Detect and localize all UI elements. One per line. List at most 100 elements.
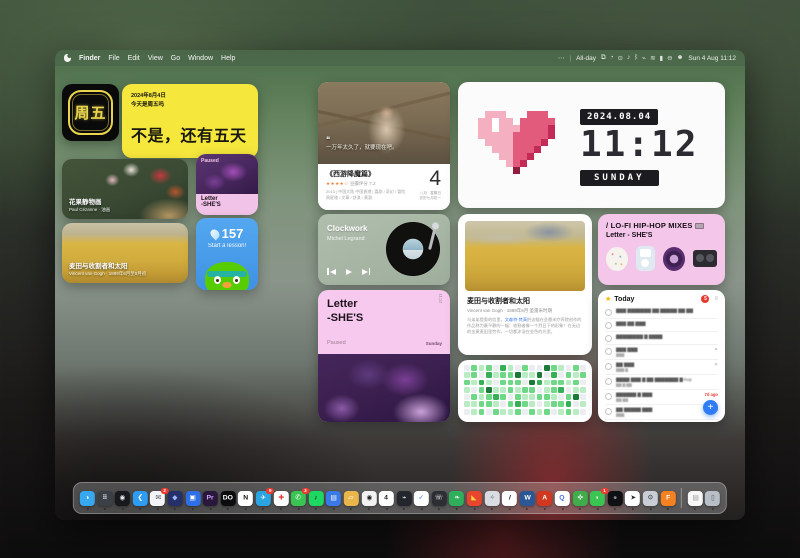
dock-icon-telegram[interactable]: ✈9 [256,491,271,506]
dock-icon-things[interactable]: ✓ [414,491,429,506]
dock-icon-mail[interactable]: ✉2 [150,491,165,506]
duolingo-streak-widget[interactable]: 157 Start a lesson! [196,218,258,290]
do-not-disturb-icon[interactable]: ⊖ [667,54,672,62]
music-icon[interactable]: ♪ [627,54,630,62]
dock-icon-health[interactable]: ✚ [273,491,288,506]
art-widget-vangogh[interactable]: 麦田与收割者和太阳 Vincent van Gogh · 1889年6月至9月初 [62,223,188,283]
reminder-checkbox[interactable] [605,378,612,385]
menu-item-go[interactable]: Go [171,55,180,62]
menu-item-edit[interactable]: Edit [128,55,140,62]
reminder-checkbox[interactable] [605,335,612,342]
user-icon[interactable]: ☻ [677,54,684,62]
dock-icon-phone[interactable]: ☏ [432,491,447,506]
dock-icon-textedit[interactable]: ▤ [688,491,703,506]
reminder-checkbox[interactable] [605,393,612,400]
dock-icon-vscode[interactable]: ❮ [133,491,148,506]
vinyl-thumb[interactable] [663,247,685,271]
dock-icon-idea[interactable]: ✧ [484,491,499,506]
keyboard-brightness-icon[interactable]: ⌁ [642,54,646,62]
screen-record-icon[interactable]: ◔ [610,54,614,62]
dock-icon-adobe[interactable]: A [537,491,552,506]
dock-icon-tasks[interactable]: ◆ [168,491,183,506]
dock-icon-word[interactable]: W [520,491,535,506]
reminder-item[interactable]: ▇▇▇ ▇▇ ▇▇▇ [605,319,718,332]
dock-icon-raycast[interactable]: ➤ [625,491,640,506]
dock-icon-premiere[interactable]: Pr [203,491,218,506]
dock-icon-app-store[interactable]: ◉ [115,491,130,506]
reminder-item[interactable]: ▇▇ ▇▇▇▇▇▇ ▇⚑ [605,360,718,375]
today-reminders-widget[interactable]: ★ Today 5 ≡ ▇▇▇ ▇▇▇▇▇▇▇ ▇▇ ▇▇▇▇▇ ▇▇ ▇▇▇▇… [598,290,725,422]
dock-icon-calendar[interactable]: 4 [379,491,394,506]
art-widget-cezanne[interactable]: 花果静物画 Paul Cézanne · 油画 [62,159,188,219]
dock-icon-record[interactable]: ● [608,491,623,506]
pixel-clock-widget[interactable]: 2024.08.04 11:12 SUNDAY [458,82,725,208]
now-playing-card-widget[interactable]: Letter -SHE'S Paused 11:12 Sunday [318,290,450,422]
dock-icon-settings[interactable]: ⚙ [643,491,658,506]
dock-icon-folder-yellow[interactable]: ▱ [344,491,359,506]
reminder-item[interactable]: ▇▇▇ ▇▇▇▇▇▇⚑ [605,345,718,360]
boombox-thumb[interactable] [693,250,717,267]
more-icon[interactable]: ⋯ [558,54,565,62]
reminder-checkbox[interactable] [605,322,612,329]
reminder-item[interactable]: ▇▇▇▇▇▇▇▇ ▇ ▇▇▇▇ [605,332,718,345]
contribution-grid-widget[interactable] [458,360,592,422]
reminder-item[interactable]: ▇▇▇ ▇▇▇▇▇▇▇ ▇▇ ▇▇▇▇▇ ▇▇ ▇▇ [605,306,718,319]
menu-item-file[interactable]: File [108,55,119,62]
menu-app-name[interactable]: Finder [79,55,100,62]
reminder-checkbox[interactable] [605,348,612,355]
dock-icon-launchpad[interactable]: ⠿ [97,491,112,506]
list-menu-icon[interactable]: ≡ [714,296,718,302]
battery-icon[interactable]: ▮ [660,54,664,62]
dock-icon-messages[interactable]: ◗1 [590,491,605,506]
friday-icon-widget[interactable]: 周五 [62,84,119,141]
sticker-thumb[interactable] [606,247,628,271]
reminder-checkbox[interactable] [605,363,612,370]
wifi-icon[interactable]: ≋ [650,54,655,62]
bluetooth-icon[interactable]: ᛒ [634,54,638,62]
dock-icon-github[interactable]: ◉ [361,491,376,506]
artwork-detail-widget[interactable]: 麦田与收割者和太阳 Vincent van Gogh · 1889年6月 圣雷米… [458,214,592,355]
dock-icon-finder[interactable]: ◑ [80,491,95,506]
dock-icon-cron[interactable]: / [502,491,517,506]
reminder-item[interactable]: ▇ ▇▇▇ ▇ ▇▇▇▇7d ago [605,420,718,422]
movie-widget[interactable]: ❝ 一万年太久了，就要现在吧。 《西游降魔篇》 ★★★★☆ 豆瓣评分 7.2 2… [318,82,450,210]
dock-icon-trash[interactable]: ▯ [705,491,720,506]
ipod-thumb[interactable] [636,246,655,271]
dock-icon-shield[interactable]: ✜ [572,491,587,506]
menu-clock[interactable]: Sun 4 Aug 11:12 [688,55,736,62]
dock-icon-evernote[interactable]: ❧ [449,491,464,506]
dock-icon-spotify[interactable]: ♪ [309,491,324,506]
dock-icon-wechat[interactable]: ✆3 [291,491,306,506]
friday-countdown-widget[interactable]: 2024年8月4日 今天是周五吗 不是，还有五天 [122,84,258,158]
heart-pixel [527,125,534,132]
dock-icon-blue-app[interactable]: ▤ [326,491,341,506]
previous-track-button[interactable] [327,268,336,275]
dock-icon-car-app[interactable]: ⌁ [397,491,412,506]
mini-music-widget[interactable]: Paused Letter -SHE'S [196,154,258,215]
dock-icon-photos[interactable]: ▣ [185,491,200,506]
menu-item-window[interactable]: Window [188,55,213,62]
dock-icon-do-app[interactable]: DO [221,491,236,506]
menu-item-view[interactable]: View [148,55,163,62]
reminder-item[interactable]: ▇▇▇▇ ▇▇▇ ▇ ▇▇ ▇▇▇▇▇▇▇ ▇-hop▇▇ ▇ ▇▇ [605,375,718,390]
stage-manager-icon[interactable]: ⧉ [601,54,606,62]
music-player-widget[interactable]: Clockwork Michel Legrand [318,214,450,285]
next-track-button[interactable] [362,268,371,275]
dock-icon-notion[interactable]: N [238,491,253,506]
dock-icon-fdm[interactable]: F [660,491,675,506]
lofi-playlist-widget[interactable]: / LO-FI HIP-HOP MIXES Letter - SHE'S [598,214,725,285]
reminder-checkbox[interactable] [605,408,612,415]
artist-link[interactable]: 文森特·梵高 [505,317,527,322]
all-day-label[interactable]: All-day [576,55,596,62]
dock-icon-quark[interactable]: Q [555,491,570,506]
heart-pixel [548,132,555,139]
dock-icon-red-app[interactable]: ◣ [467,491,482,506]
focus-icon[interactable]: ⊙ [618,54,623,62]
reminder-item[interactable]: ▇▇ ▇▇▇▇▇ ▇▇▇▇▇▇7d ago [605,405,718,420]
add-reminder-button[interactable]: + [703,400,718,415]
reminder-checkbox[interactable] [605,309,612,316]
reminder-item[interactable]: ▇▇▇▇▇▇ ▇ ▇▇▇▇▇ ▇▇7d ago [605,390,718,405]
apple-menu-icon[interactable] [64,54,71,62]
menu-item-help[interactable]: Help [221,55,235,62]
play-button[interactable] [346,269,352,275]
